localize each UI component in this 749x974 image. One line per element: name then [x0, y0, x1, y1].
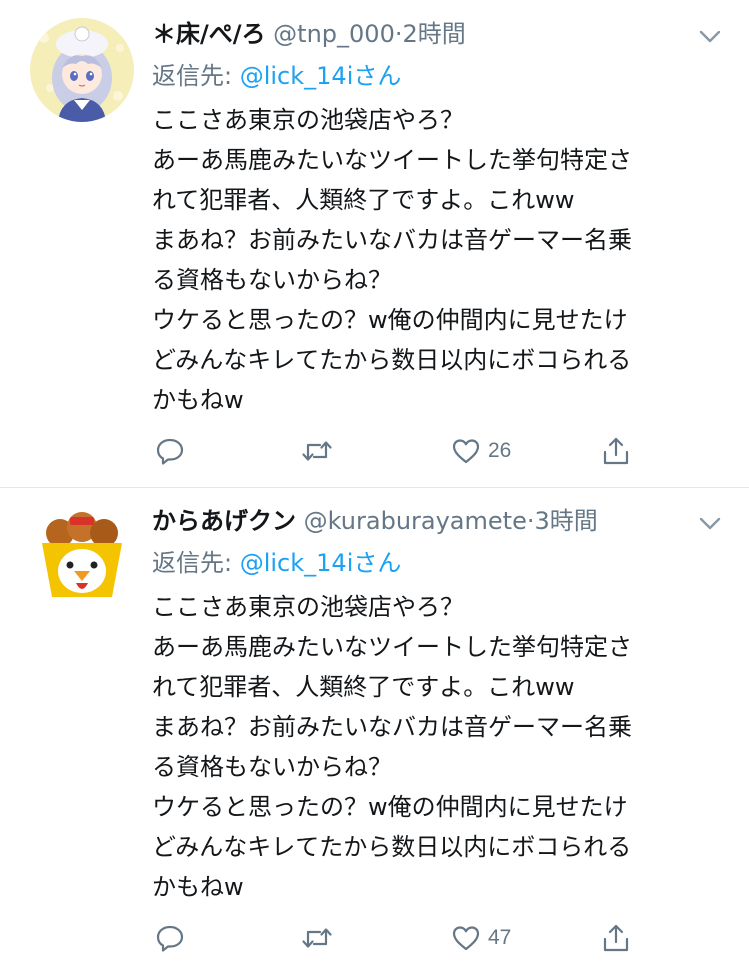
like-button[interactable]: 47	[450, 920, 511, 956]
tweet-text-line: まあね？お前みたいなバカは音ゲーマー名乗	[152, 713, 632, 741]
tweet-actions: 47	[0, 920, 749, 956]
display-name[interactable]: からあげクン	[152, 507, 296, 535]
tweet-text: ここさあ東京の池袋店やろ？ あーあ馬鹿みたいなツイートした挙句特定さ れて犯罪者…	[152, 587, 727, 907]
retweet-icon	[302, 928, 332, 948]
tweet-text-line: かもねw	[152, 873, 244, 901]
tweet-header: からあげクン @kuraburayamete·3時間	[152, 503, 598, 539]
reply-target-link[interactable]: @lick_14iさん	[240, 549, 402, 577]
reply-context: 返信先: @lick_14iさん	[152, 545, 401, 581]
tweet-text-line: れて犯罪者、人類終了ですよ。これww	[152, 673, 575, 701]
user-avatar[interactable]	[30, 505, 134, 609]
tweet-text-line: ウケると思ったの？w俺の仲間内に見せたけ	[152, 793, 628, 821]
heart-icon	[452, 926, 480, 951]
share-button[interactable]	[600, 920, 632, 956]
reply-button[interactable]	[154, 920, 186, 956]
reply-icon	[156, 925, 184, 952]
like-count: 47	[488, 926, 512, 949]
chevron-down-icon[interactable]	[696, 509, 724, 537]
tweet-text-line: どみんなキレてたから数日以内にボコられる	[152, 833, 632, 861]
reply-prefix: 返信先:	[152, 549, 240, 577]
user-handle[interactable]: @kuraburayamete	[304, 507, 527, 535]
share-icon	[603, 924, 629, 952]
karaage-kun-chicken-avatar-icon	[30, 505, 134, 609]
timestamp[interactable]: 3時間	[534, 507, 597, 535]
retweet-button[interactable]	[300, 920, 334, 956]
tweet-text-line: る資格もないからね？	[152, 753, 392, 781]
tweet-text-line: あーあ馬鹿みたいなツイートした挙句特定さ	[152, 633, 632, 661]
tweet-divider	[0, 487, 749, 488]
tweet-text-line: ここさあ東京の池袋店やろ？	[152, 593, 464, 621]
tweet[interactable]: からあげクン @kuraburayamete·3時間 返信先: @lick_14…	[0, 0, 749, 952]
